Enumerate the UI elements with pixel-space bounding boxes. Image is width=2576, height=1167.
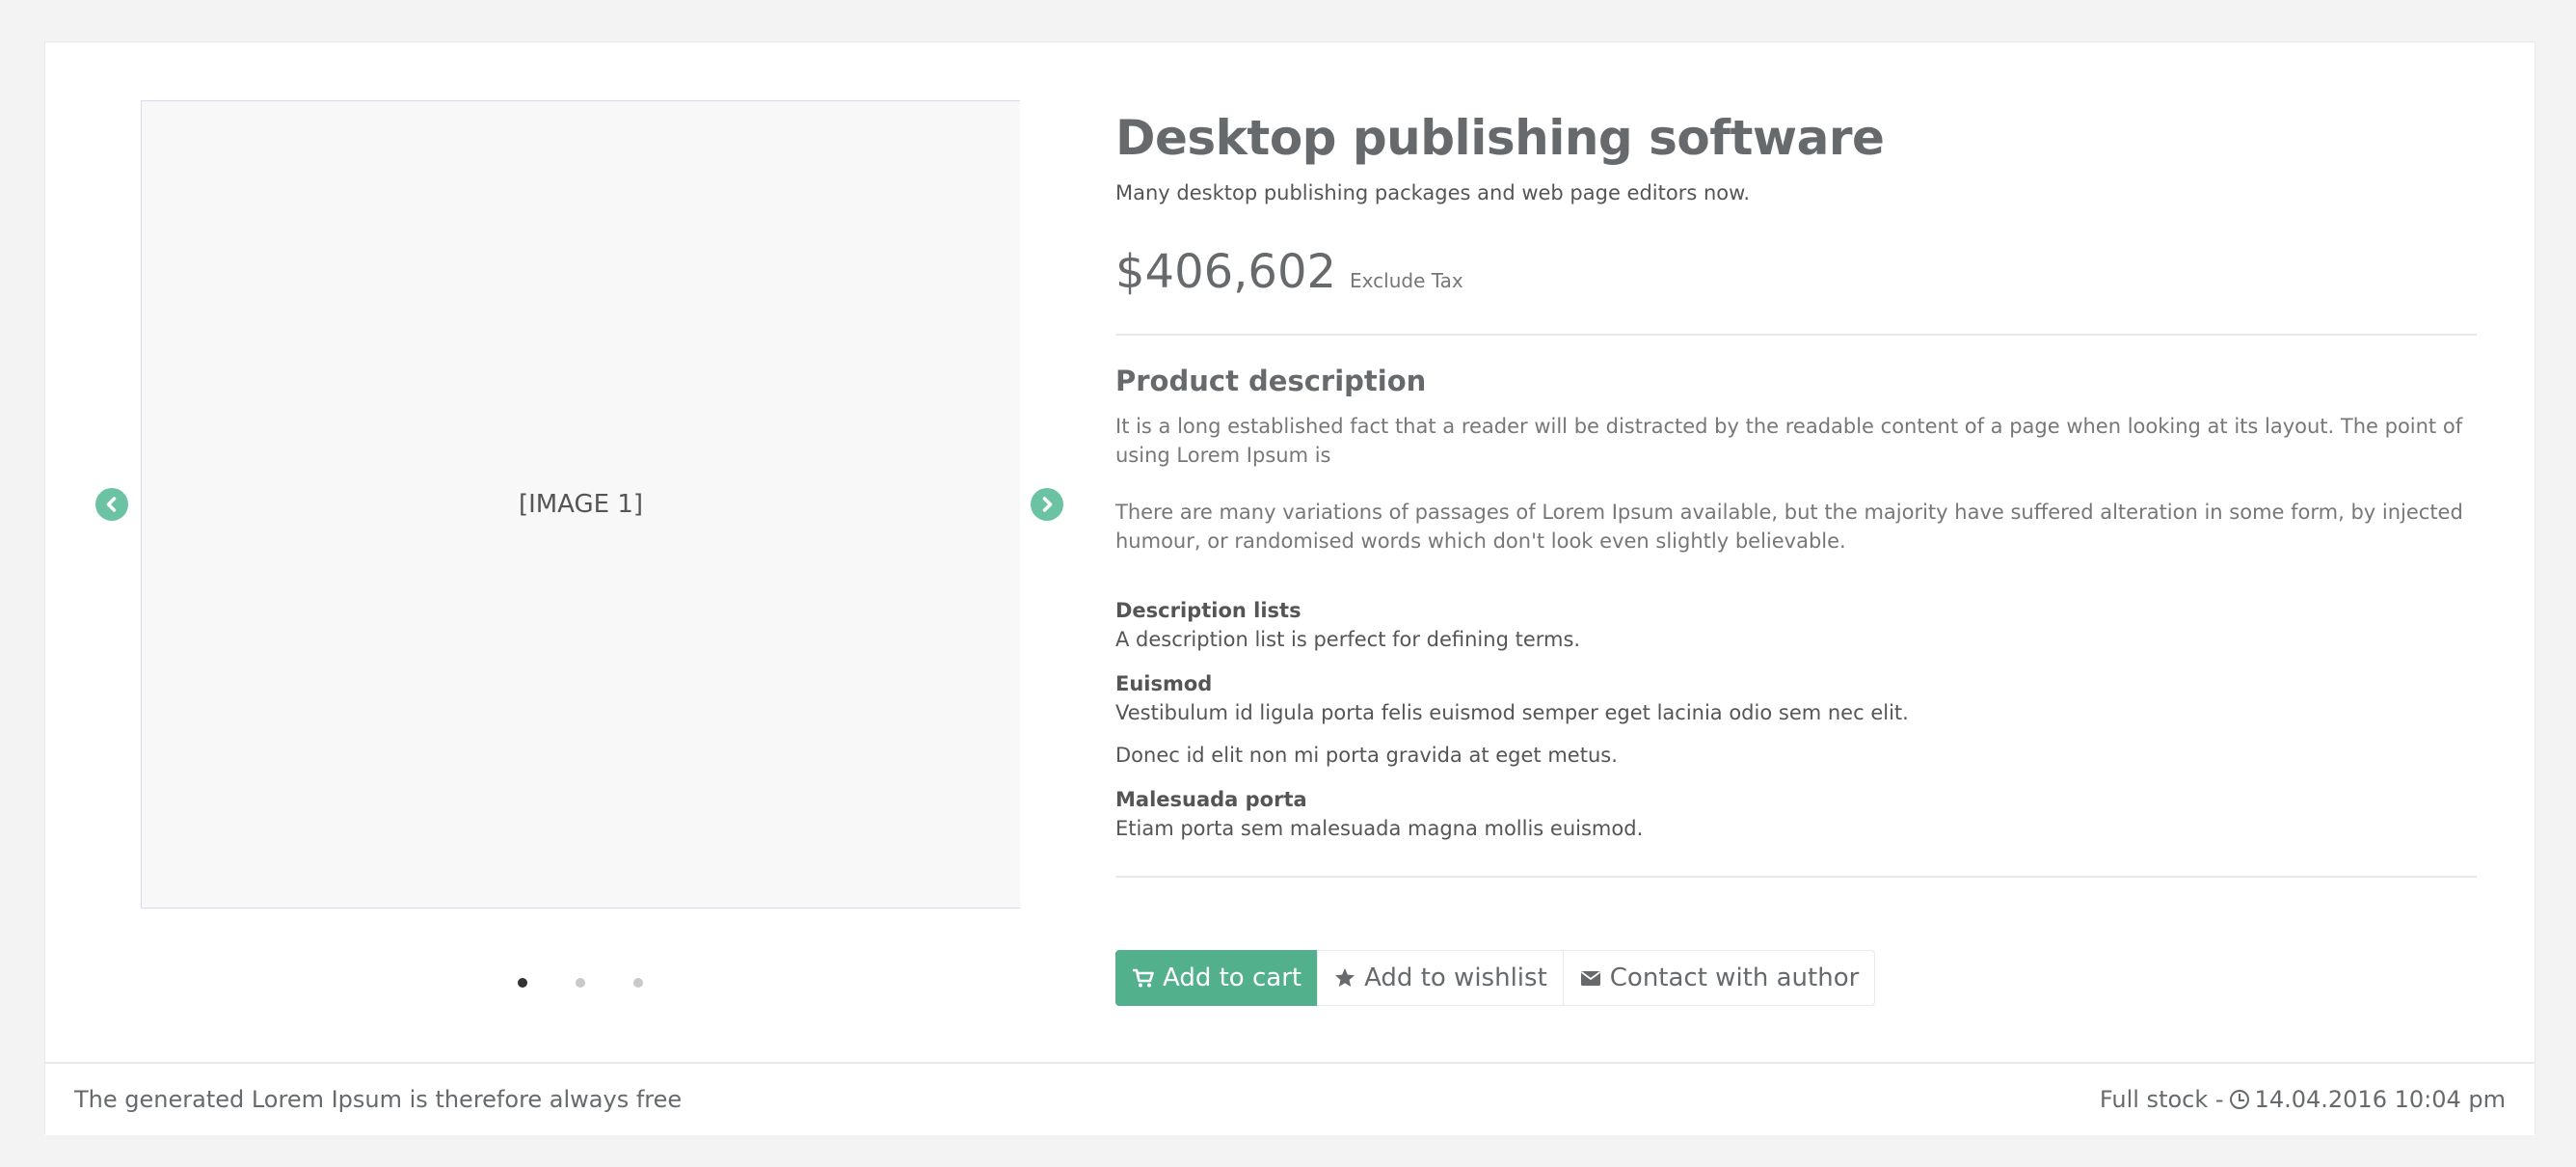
- add-to-cart-button[interactable]: Add to cart: [1115, 950, 1319, 1006]
- slide-placeholder-label: [IMAGE 1]: [518, 490, 644, 519]
- dl-term: Description lists: [1115, 599, 1301, 622]
- description-paragraph-2: There are many variations of passages of…: [1115, 501, 2463, 553]
- dl-definition: A description list is perfect for defini…: [1115, 628, 1581, 651]
- dl-term: Malesuada porta: [1115, 788, 1307, 811]
- stock-status: Full stock - 14.04.2016 10:04 pm: [2100, 1086, 2506, 1113]
- carousel-prev-button[interactable]: [95, 488, 128, 521]
- tax-note: Exclude Tax: [1350, 269, 1463, 292]
- carousel-next-button[interactable]: [1031, 488, 1063, 521]
- product-subtitle: Many desktop publishing packages and web…: [1115, 181, 1751, 204]
- description-list: Description lists A description list is …: [1115, 596, 2477, 858]
- contact-author-label: Contact with author: [1609, 963, 1860, 992]
- description-paragraph-1: It is a long established fact that a rea…: [1115, 415, 2463, 467]
- divider: [1115, 876, 2477, 878]
- envelope-icon: [1580, 971, 1600, 986]
- dl-definition: Vestibulum id ligula porta felis euismod…: [1115, 701, 1909, 724]
- star-icon: [1335, 968, 1355, 987]
- product-details: Desktop publishing software Many desktop…: [1115, 42, 2479, 1062]
- action-buttons: Add to cart Add to wishlist Contact with…: [1115, 950, 1876, 1006]
- clock-icon: [2229, 1090, 2249, 1109]
- add-to-wishlist-label: Add to wishlist: [1364, 963, 1547, 992]
- description-heading: Product description: [1115, 365, 1427, 397]
- add-to-wishlist-button[interactable]: Add to wishlist: [1317, 950, 1564, 1006]
- dl-definition: Etiam porta sem malesuada magna mollis e…: [1115, 817, 1644, 840]
- carousel-dot-3[interactable]: [633, 978, 643, 988]
- divider: [1115, 334, 2477, 336]
- image-carousel: [IMAGE 1]: [45, 42, 1106, 1062]
- product-card: [IMAGE 1] Desktop publishing software Ma…: [44, 41, 2536, 1135]
- card-footer: The generated Lorem Ipsum is therefore a…: [45, 1062, 2535, 1135]
- chevron-right-icon: [1042, 497, 1053, 512]
- product-price: $406,602: [1115, 245, 1337, 299]
- add-to-cart-label: Add to cart: [1163, 963, 1302, 992]
- chevron-left-icon: [106, 497, 117, 512]
- dl-term: Euismod: [1115, 672, 1213, 695]
- product-body: [IMAGE 1] Desktop publishing software Ma…: [45, 42, 2535, 1062]
- carousel-slide: [IMAGE 1]: [141, 100, 1020, 909]
- carousel-indicators: [45, 978, 1115, 988]
- product-title: Desktop publishing software: [1115, 110, 1885, 166]
- cart-icon: [1133, 968, 1154, 988]
- carousel-dot-1[interactable]: [518, 978, 527, 988]
- stock-datetime: 14.04.2016 10:04 pm: [2254, 1086, 2506, 1113]
- price-row: $406,602 Exclude Tax: [1115, 245, 1463, 299]
- dl-definition: Donec id elit non mi porta gravida at eg…: [1115, 744, 1618, 767]
- contact-author-button[interactable]: Contact with author: [1562, 950, 1876, 1006]
- stock-label: Full stock -: [2099, 1086, 2224, 1113]
- footer-text: The generated Lorem Ipsum is therefore a…: [74, 1086, 683, 1113]
- carousel-dot-2[interactable]: [576, 978, 585, 988]
